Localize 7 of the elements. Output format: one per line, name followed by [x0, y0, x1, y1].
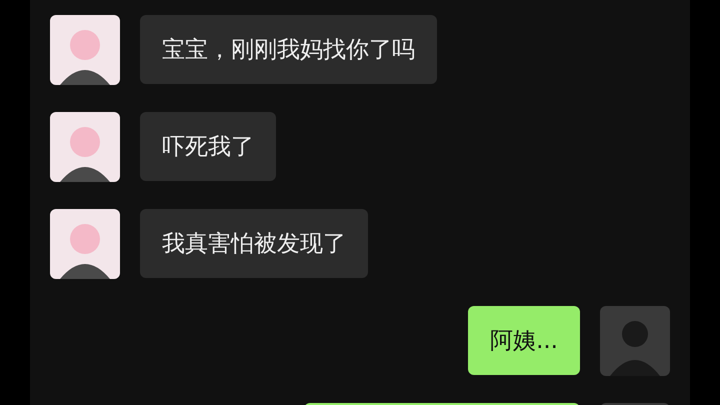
message-bubble: 我真害怕被发现了 — [140, 209, 368, 278]
avatar-icon[interactable] — [50, 15, 120, 85]
avatar-icon[interactable] — [50, 112, 120, 182]
message-bubble: 阿姨... — [468, 306, 580, 375]
avatar-icon[interactable] — [50, 209, 120, 279]
message-bubble: 宝宝，刚刚我妈找你了吗 — [140, 15, 437, 84]
message-bubble: 吓死我了 — [140, 112, 276, 181]
